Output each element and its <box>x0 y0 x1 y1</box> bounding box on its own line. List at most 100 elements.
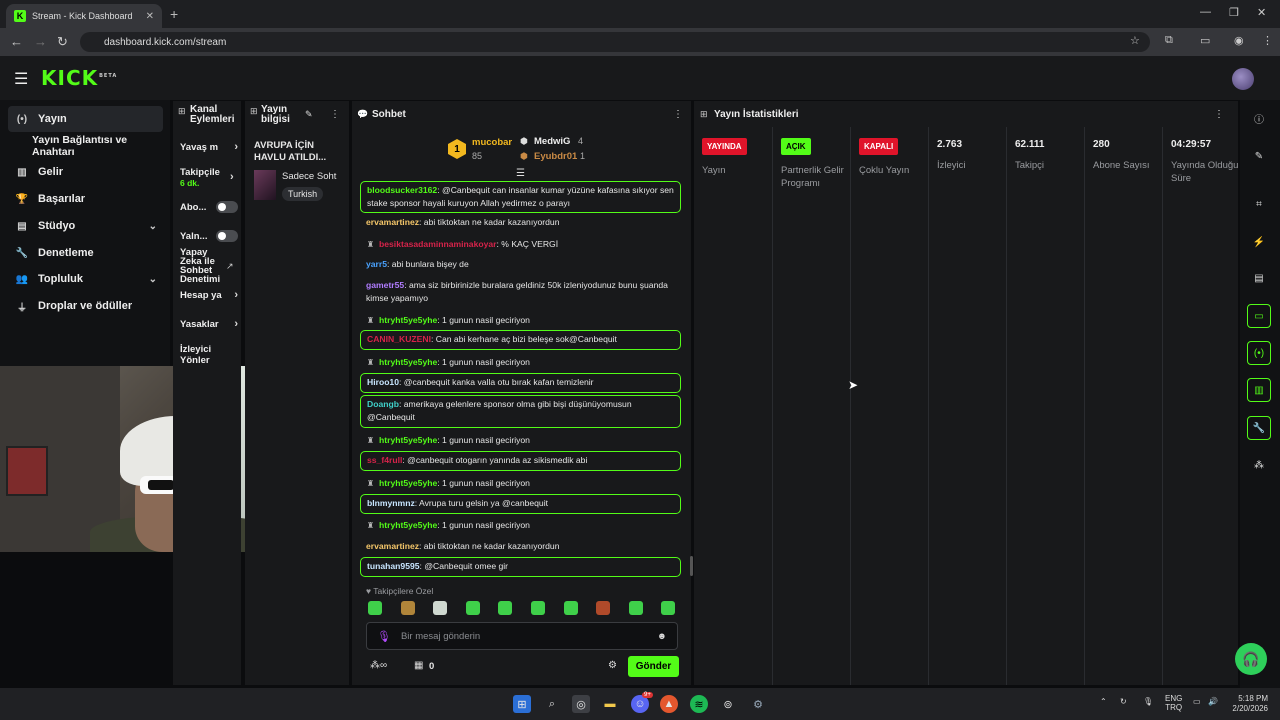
channel-points-icon[interactable]: ⁂∞ <box>370 660 387 671</box>
account-row[interactable]: Hesap ya › <box>180 289 238 301</box>
chat-message[interactable]: blnmynmnz: Avrupa turu gelsin ya @canbeq… <box>360 494 681 514</box>
focus-icon[interactable]: ⌗ <box>1247 192 1271 216</box>
file-explorer-icon[interactable]: ▬ <box>601 695 619 713</box>
kebab-menu-icon[interactable]: ⋮ <box>673 109 683 120</box>
tray-sync-icon[interactable]: ↻ <box>1120 697 1127 706</box>
nav-item-basarilar[interactable]: 🏆 Başarılar <box>8 186 163 212</box>
chat-message[interactable]: Hiroo10: @canbequit kanka valla otu bıra… <box>360 373 681 393</box>
emote-icon[interactable] <box>531 601 545 615</box>
emote-icon[interactable] <box>368 601 382 615</box>
chat-username[interactable]: CANIN_KUZENI <box>367 334 431 344</box>
chat-message[interactable]: Doangb: amerikaya gelenlere sponsor olma… <box>360 395 681 428</box>
send-button[interactable]: Gönder <box>628 656 679 677</box>
spotify-icon[interactable]: ≋ <box>690 695 708 713</box>
followers-mode-row[interactable]: Takipçile 6 dk. › <box>180 167 238 188</box>
leader-second-name[interactable]: MedwiG <box>534 136 570 147</box>
chat-message[interactable]: ♜ htryht5ye5yhe: 1 gunun nasil geciriyon <box>360 517 681 534</box>
slow-mode-row[interactable]: Yavaş m › <box>180 141 238 153</box>
volume-icon[interactable]: 🔊 <box>1208 697 1218 706</box>
notes-icon[interactable]: ▤ <box>1247 266 1271 290</box>
chat-message[interactable]: gametr55: ama siz birbirinizle buralara … <box>360 277 681 307</box>
emote-only-row[interactable]: Yaln... <box>180 230 238 242</box>
steam-icon[interactable]: ⊚ <box>719 695 737 713</box>
brave-icon[interactable]: ▲ <box>660 695 678 713</box>
tray-chevron-icon[interactable]: ⌃ <box>1100 697 1107 706</box>
chat-message[interactable]: bloodsucker3162: @Canbequit can insanlar… <box>360 181 681 213</box>
chat-message[interactable]: ss_f4rull: @canbequit otogarın yanında a… <box>360 451 681 471</box>
mod-tools-widget-icon[interactable]: 🔧 <box>1247 416 1271 440</box>
nav-item-yayin[interactable]: (•) Yayın <box>8 106 163 132</box>
profile-icon[interactable]: ◉ <box>1234 34 1244 47</box>
subscribers-toggle[interactable] <box>216 201 238 213</box>
chat-username[interactable]: ss_f4rull <box>367 455 402 465</box>
edit-icon[interactable]: ✎ <box>305 109 313 120</box>
drag-handle-icon[interactable]: ⊞ <box>178 106 186 117</box>
chat-scrollbar[interactable] <box>690 556 693 576</box>
ai-moderation-row[interactable]: Yapay Zeka ile Sohbet Denetimi <box>180 248 228 285</box>
minimize-icon[interactable]: — <box>1200 6 1211 18</box>
tray-mic-icon[interactable]: 🎙 <box>1143 697 1153 706</box>
display-icon[interactable]: ▭ <box>1193 697 1201 706</box>
chat-message[interactable]: ♜ htryht5ye5yhe: 1 gunun nasil geciriyon <box>360 354 681 371</box>
kebab-menu-icon[interactable]: ⋮ <box>1214 109 1224 120</box>
chat-username[interactable]: htryht5ye5yhe <box>379 435 437 445</box>
broadcast-widget-icon[interactable]: (•) <box>1247 341 1271 365</box>
chat-username[interactable]: htryht5ye5yhe <box>379 478 437 488</box>
settings-gear-icon[interactable]: ⚙ <box>608 660 617 671</box>
extensions-icon[interactable]: ⧉ <box>1165 34 1173 47</box>
hamburger-icon[interactable]: ☰ <box>14 69 28 89</box>
collapse-icon[interactable]: ☰ <box>516 168 525 179</box>
emoji-icon[interactable]: ☻ <box>657 631 667 642</box>
chat-message[interactable]: CANIN_KUZENI: Can abi kerhane aç bizi be… <box>360 330 681 350</box>
url-input[interactable]: dashboard.kick.com/stream <box>80 32 1150 52</box>
emote-icon[interactable] <box>498 601 513 615</box>
close-tab-icon[interactable]: ✕ <box>146 11 154 22</box>
chat-username[interactable]: ervamartinez <box>366 217 419 227</box>
close-window-icon[interactable]: ✕ <box>1257 6 1266 19</box>
support-headset-icon[interactable]: 🎧 <box>1235 643 1267 675</box>
drops-widget-icon[interactable]: ⁂ <box>1247 453 1271 477</box>
clock[interactable]: 5:18 PM 2/20/2026 <box>1230 694 1268 714</box>
chat-username[interactable]: yarr5 <box>366 259 387 269</box>
chat-message[interactable]: ♜ htryht5ye5yhe: 1 gunun nasil geciriyon <box>360 432 681 449</box>
pen-icon[interactable]: ✎ <box>1247 144 1271 168</box>
chat-message[interactable]: ♜ besiktasadaminnaminakoyar: % KAÇ VERGİ <box>360 236 681 253</box>
nav-item-denetleme[interactable]: 🔧 Denetleme <box>8 240 163 266</box>
emote-icon[interactable] <box>628 601 643 615</box>
chat-username[interactable]: blnmynmnz <box>367 498 415 508</box>
chat-username[interactable]: htryht5ye5yhe <box>379 357 437 367</box>
chat-message[interactable]: ♜ htryht5ye5yhe: 1 gunun nasil geciriyon <box>360 312 681 329</box>
nav-item-gelir[interactable]: ▥ Gelir <box>8 159 163 185</box>
subscribers-mode-row[interactable]: Abo... <box>180 201 238 213</box>
emote-icon[interactable] <box>661 601 676 615</box>
new-tab-icon[interactable]: + <box>170 6 178 22</box>
chat-username[interactable]: Doangb <box>367 399 399 409</box>
maximize-icon[interactable]: ❐ <box>1229 6 1239 19</box>
bookmark-star-icon[interactable]: ☆ <box>1130 34 1140 47</box>
info-icon[interactable]: ⓘ <box>1247 106 1271 130</box>
user-avatar[interactable] <box>1232 68 1254 90</box>
chrome-icon[interactable]: ◎ <box>572 695 590 713</box>
chat-widget-icon[interactable]: ▭ <box>1247 304 1271 328</box>
input-language[interactable]: ENG TRQ <box>1165 694 1182 712</box>
viewers-row[interactable]: İzleyici Yönler <box>180 344 238 366</box>
windows-start-icon[interactable]: ⊞ <box>513 695 531 713</box>
leader-first-name[interactable]: mucobar <box>472 137 512 148</box>
nav-item-studyo[interactable]: ▤ Stüdyo ⌄ <box>8 213 163 239</box>
chat-message[interactable]: yarr5: abi bunlara bişey de <box>360 256 681 273</box>
emote-icon[interactable] <box>596 601 611 615</box>
panels-widget-icon[interactable]: ▥ <box>1247 378 1271 402</box>
chat-message[interactable]: tunahan9595: @Canbequit omee gir <box>360 557 681 577</box>
reload-icon[interactable]: ↻ <box>57 34 68 50</box>
chat-username[interactable]: tunahan9595 <box>367 561 420 571</box>
emote-icon[interactable] <box>400 601 415 615</box>
emote-icon[interactable] <box>465 601 480 615</box>
chat-message-input[interactable]: 🎙 Bir mesaj gönderin ☻ <box>366 622 678 650</box>
drag-handle-icon[interactable]: ⊞ <box>700 109 708 120</box>
leader-third-name[interactable]: Eyubdr01 <box>534 151 577 162</box>
drag-handle-icon[interactable]: ⊞ <box>250 106 258 117</box>
nav-item-topluluk[interactable]: 👥 Topluluk ⌄ <box>8 266 163 292</box>
bolt-icon[interactable]: ⚡ <box>1247 230 1271 254</box>
chat-username[interactable]: besiktasadaminnaminakoyar <box>379 239 497 249</box>
chat-username[interactable]: bloodsucker3162 <box>367 185 437 195</box>
